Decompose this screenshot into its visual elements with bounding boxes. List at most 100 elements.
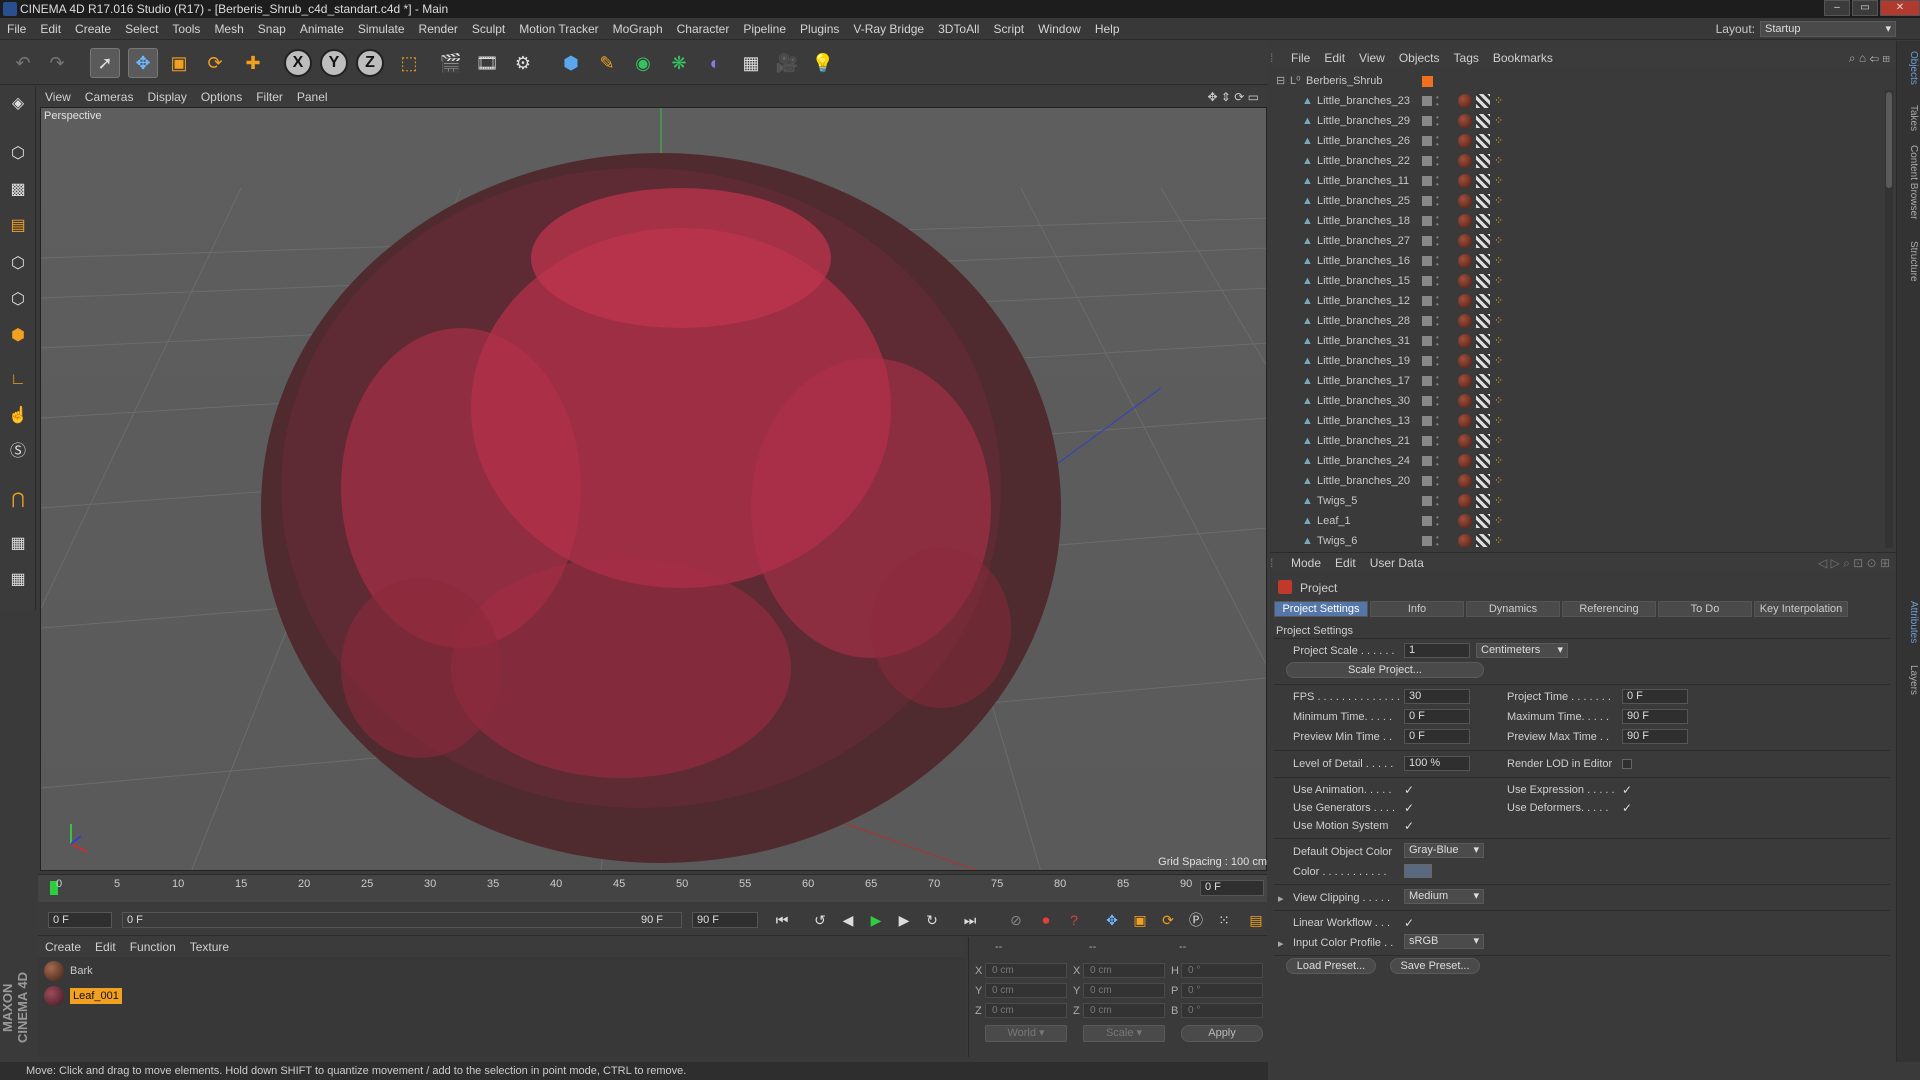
floor-icon[interactable]: ▦ <box>736 48 766 78</box>
layer-swatch[interactable] <box>1422 376 1432 386</box>
visibility-dots-icon[interactable]: • • <box>1436 314 1440 329</box>
menu-select[interactable]: Select <box>118 18 165 40</box>
workplane-icon[interactable]: ▤ <box>4 212 32 240</box>
input-color-profile-select[interactable]: sRGB ▾ <box>1404 934 1484 949</box>
layer-color-swatch[interactable] <box>1422 76 1433 87</box>
menu-create[interactable]: Create <box>68 18 118 40</box>
material-tag-icon[interactable] <box>1458 474 1472 488</box>
tab-project-settings[interactable]: Project Settings <box>1274 601 1368 617</box>
texture-tag-icon[interactable] <box>1476 534 1490 547</box>
maximum-time-field[interactable]: 90 F <box>1622 709 1688 724</box>
layer-swatch[interactable] <box>1422 156 1432 166</box>
object-row[interactable]: ▲ Twigs_6 • • ⁘ <box>1270 531 1892 547</box>
render-lod-checkbox[interactable] <box>1622 759 1632 769</box>
visibility-dots-icon[interactable]: • • <box>1436 494 1440 509</box>
layer-swatch[interactable] <box>1422 396 1432 406</box>
record-keys-icon[interactable]: ⊘ <box>1004 909 1028 931</box>
camera-icon[interactable]: 🎥 <box>772 48 802 78</box>
pen-icon[interactable]: ✎ <box>592 48 622 78</box>
material-tag-icon[interactable] <box>1458 94 1472 108</box>
material-tag-icon[interactable] <box>1458 514 1472 528</box>
render-view-icon[interactable]: 🎬 <box>436 48 466 78</box>
menu-tools[interactable]: Tools <box>165 18 207 40</box>
scrollbar-thumb[interactable] <box>1886 92 1892 188</box>
texture-tag-icon[interactable] <box>1476 134 1490 148</box>
menu-script[interactable]: Script <box>986 18 1031 40</box>
texture-mode-icon[interactable]: ▩ <box>4 176 32 204</box>
next-frame-icon[interactable]: ▶ <box>892 909 916 931</box>
preview-max-time-field[interactable]: 90 F <box>1622 729 1688 744</box>
object-row[interactable]: ▲ Little_branches_15 • • ⁘ <box>1270 271 1892 291</box>
object-row[interactable]: ▲ Little_branches_13 • • ⁘ <box>1270 411 1892 431</box>
layer-swatch[interactable] <box>1422 356 1432 366</box>
layer-swatch[interactable] <box>1422 336 1432 346</box>
object-row[interactable]: ▲ Little_branches_18 • • ⁘ <box>1270 211 1892 231</box>
material-tag-icon[interactable] <box>1458 414 1472 428</box>
menu-window[interactable]: Window <box>1031 18 1088 40</box>
visibility-dots-icon[interactable]: • • <box>1436 434 1440 449</box>
texture-tag-icon[interactable] <box>1476 94 1490 108</box>
viewport-menu-filter[interactable]: Filter <box>249 87 290 107</box>
phong-tag-icon[interactable]: ⁘ <box>1494 235 1506 247</box>
menu-mesh[interactable]: Mesh <box>207 18 250 40</box>
phong-tag-icon[interactable]: ⁘ <box>1494 535 1506 547</box>
object-row[interactable]: ▲ Little_branches_31 • • ⁘ <box>1270 331 1892 351</box>
coord-space-select[interactable]: World ▾ <box>985 1025 1067 1042</box>
dock-tab-objects[interactable]: Objects <box>1899 51 1919 85</box>
rotation-p-field[interactable]: 0 ° <box>1181 983 1263 998</box>
menu-character[interactable]: Character <box>670 18 737 40</box>
texture-tag-icon[interactable] <box>1476 114 1490 128</box>
use-deformers-checkbox[interactable]: ✓ <box>1622 801 1632 815</box>
material-tag-icon[interactable] <box>1458 494 1472 508</box>
layer-swatch[interactable] <box>1422 276 1432 286</box>
position-z-field[interactable]: 0 cm <box>985 1003 1067 1018</box>
size-y-field[interactable]: 0 cm <box>1083 983 1165 998</box>
viewport-menu-display[interactable]: Display <box>140 87 193 107</box>
visibility-dots-icon[interactable]: • • <box>1436 454 1440 469</box>
texture-tag-icon[interactable] <box>1476 154 1490 168</box>
om-menu-tags[interactable]: Tags <box>1447 47 1486 69</box>
texture-tag-icon[interactable] <box>1476 414 1490 428</box>
timeline-ruler[interactable]: 0 5 10 15 20 25 30 35 40 45 50 55 60 65 … <box>38 874 1267 902</box>
phong-tag-icon[interactable]: ⁘ <box>1494 255 1506 267</box>
menu-3dtoall[interactable]: 3DToAll <box>931 18 986 40</box>
lock-workplane-icon[interactable]: ▦ <box>4 530 32 558</box>
object-row[interactable]: ▲ Little_branches_19 • • ⁘ <box>1270 351 1892 371</box>
tab-info[interactable]: Info <box>1370 601 1464 617</box>
texture-tag-icon[interactable] <box>1476 234 1490 248</box>
color-swatch[interactable] <box>1404 864 1432 878</box>
phong-tag-icon[interactable]: ⁘ <box>1494 295 1506 307</box>
menu-motion-tracker[interactable]: Motion Tracker <box>512 18 605 40</box>
scale-project-button[interactable]: Scale Project... <box>1286 662 1484 678</box>
layer-swatch[interactable] <box>1422 136 1432 146</box>
visibility-dots-icon[interactable]: • • <box>1436 334 1440 349</box>
texture-tag-icon[interactable] <box>1476 494 1490 508</box>
material-tag-icon[interactable] <box>1458 374 1472 388</box>
texture-tag-icon[interactable] <box>1476 354 1490 368</box>
project-scale-unit-select[interactable]: Centimeters ▾ <box>1476 643 1568 658</box>
layer-swatch[interactable] <box>1422 436 1432 446</box>
phong-tag-icon[interactable]: ⁘ <box>1494 475 1506 487</box>
tab-key-interpolation[interactable]: Key Interpolation <box>1754 601 1848 617</box>
tab-referencing[interactable]: Referencing <box>1562 601 1656 617</box>
apply-button[interactable]: Apply <box>1181 1025 1263 1042</box>
phong-tag-icon[interactable]: ⁘ <box>1494 135 1506 147</box>
material-item-bark[interactable]: Bark <box>42 960 93 982</box>
edges-mode-icon[interactable]: ⬡ <box>4 286 32 314</box>
phong-tag-icon[interactable]: ⁘ <box>1494 115 1506 127</box>
material-tag-icon[interactable] <box>1458 314 1472 328</box>
material-menu-texture[interactable]: Texture <box>183 937 236 957</box>
layer-swatch[interactable] <box>1422 196 1432 206</box>
render-picture-viewer-icon[interactable]: 🎞 <box>472 48 502 78</box>
material-tag-icon[interactable] <box>1458 134 1472 148</box>
save-preset-button[interactable]: Save Preset... <box>1390 958 1480 974</box>
visibility-dots-icon[interactable]: • • <box>1436 474 1440 489</box>
project-time-field[interactable]: 0 F <box>1622 689 1688 704</box>
dock-tab-takes[interactable]: Takes <box>1899 105 1919 131</box>
object-row[interactable]: ▲ Little_branches_21 • • ⁘ <box>1270 431 1892 451</box>
menu-animate[interactable]: Animate <box>293 18 351 40</box>
am-menu-user-data[interactable]: User Data <box>1363 553 1431 573</box>
move-icon[interactable]: ✥ <box>128 48 158 78</box>
end-frame-field[interactable]: 90 F <box>692 912 758 928</box>
material-tag-icon[interactable] <box>1458 254 1472 268</box>
